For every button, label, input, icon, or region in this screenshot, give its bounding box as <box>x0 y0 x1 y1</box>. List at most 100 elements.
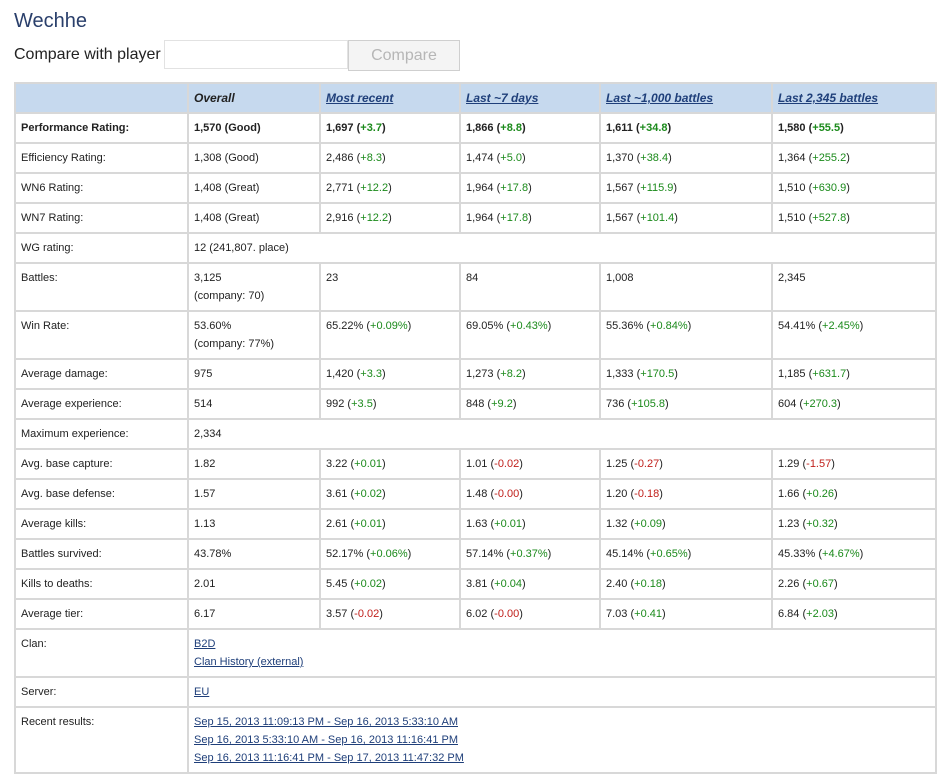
server-link[interactable]: EU <box>194 683 930 701</box>
stat-value: 45.14% <box>606 548 644 560</box>
row-clan: Clan: B2D Clan History (external) <box>14 628 937 678</box>
overall-value: 1,408 (Great) <box>194 182 260 194</box>
stat-delta: +3.5 <box>351 398 373 410</box>
row-label: Battles survived: <box>14 538 189 570</box>
stat-cell: 604 (+270.3) <box>771 388 937 420</box>
overall-value: 975 <box>194 368 213 380</box>
row-label: WG rating: <box>14 232 189 264</box>
stat-value: 1,510 <box>778 182 806 194</box>
stat-cell: 6.84 (+2.03) <box>771 598 937 630</box>
stat-delta: +0.41 <box>634 608 662 620</box>
header-last-1000-battles[interactable]: Last ~1,000 battles <box>599 82 773 114</box>
stat-delta: +12.2 <box>360 182 389 194</box>
stat-value: 3.61 <box>326 488 348 500</box>
stat-cell: 1,567 (+101.4) <box>599 202 773 234</box>
stat-delta: +17.8 <box>500 182 529 194</box>
stat-value: 1.01 <box>466 458 488 470</box>
stat-delta: +8.8 <box>500 122 522 134</box>
stat-cell: 1,273 (+8.2) <box>459 358 601 390</box>
overall-cell: 1,308 (Good) <box>187 142 321 174</box>
overall-value: 1.82 <box>194 458 216 470</box>
last-2345-battles-link[interactable]: Last 2,345 battles <box>778 91 878 105</box>
stat-delta: +0.09 <box>634 518 662 530</box>
battles-company: (company: 70) <box>194 290 265 302</box>
stat-delta: +105.8 <box>631 398 666 410</box>
stat-delta: +2.45% <box>822 320 860 332</box>
row-label: Average tier: <box>14 598 189 630</box>
stat-value: 65.22% <box>326 320 364 332</box>
stat-cell: 1,510 (+630.9) <box>771 172 937 204</box>
stat-value: 1,273 <box>466 368 494 380</box>
stat-cell: 2.40 (+0.18) <box>599 568 773 600</box>
row-label: Battles: <box>14 262 189 312</box>
row-win-rate: Win Rate: 53.60% (company: 77%) 65.22% (+0.… <box>14 310 937 360</box>
stat-cell: 1,474 (+5.0) <box>459 142 601 174</box>
stat-cell: 2.26 (+0.67) <box>771 568 937 600</box>
stat-cell: 65.22% (+0.09%) <box>319 310 461 360</box>
battles-last-2345: 2,345 <box>771 262 937 312</box>
stat-cell: 1.63 (+0.01) <box>459 508 601 540</box>
clan-link[interactable]: B2D <box>194 635 930 653</box>
header-last-7-days[interactable]: Last ~7 days <box>459 82 601 114</box>
stat-cell: 6.02 (-0.00) <box>459 598 601 630</box>
stat-delta: +8.3 <box>360 152 382 164</box>
stat-cell: 3.22 (+0.01) <box>319 448 461 480</box>
row-average-damage: Average damage: 975 1,420 (+3.3) 1,273 (+8.… <box>14 358 937 390</box>
stat-cell: 7.03 (+0.41) <box>599 598 773 630</box>
stat-delta: +270.3 <box>803 398 838 410</box>
stat-value: 1,964 <box>466 182 494 194</box>
stat-cell: 736 (+105.8) <box>599 388 773 420</box>
last-1000-battles-link[interactable]: Last ~1,000 battles <box>606 91 713 105</box>
stat-cell: 3.81 (+0.04) <box>459 568 601 600</box>
clan-cell: B2D Clan History (external) <box>187 628 937 678</box>
battles-overall: 3,125 <box>194 272 222 284</box>
battles-most-recent: 23 <box>319 262 461 312</box>
stat-delta: +5.0 <box>500 152 522 164</box>
overall-value: 1,308 (Good) <box>194 152 259 164</box>
stat-value: 1.32 <box>606 518 628 530</box>
most-recent-link[interactable]: Most recent <box>326 91 393 105</box>
recent-result-link[interactable]: Sep 16, 2013 5:33:10 AM - Sep 16, 2013 1… <box>194 731 930 749</box>
stat-value: 1,420 <box>326 368 354 380</box>
recent-result-link[interactable]: Sep 15, 2013 11:09:13 PM - Sep 16, 2013 … <box>194 713 930 731</box>
stat-cell: 1,964 (+17.8) <box>459 202 601 234</box>
last-7-days-link[interactable]: Last ~7 days <box>466 91 538 105</box>
overall-cell: 1.13 <box>187 508 321 540</box>
stat-cell: 1.20 (-0.18) <box>599 478 773 510</box>
stat-value: 1.48 <box>466 488 488 500</box>
stat-delta: +0.02 <box>354 488 382 500</box>
stat-delta: -0.02 <box>354 608 380 620</box>
stat-delta: +0.37% <box>510 548 548 560</box>
maximum-experience-value: 2,334 <box>187 418 937 450</box>
player-name: Wechhe <box>14 10 88 32</box>
stat-cell: 1.23 (+0.32) <box>771 508 937 540</box>
stat-value: 3.57 <box>326 608 348 620</box>
compare-player-input[interactable] <box>164 40 348 69</box>
overall-value: 1.57 <box>194 488 216 500</box>
row-label: Win Rate: <box>14 310 189 360</box>
clan-history-link[interactable]: Clan History (external) <box>194 653 930 671</box>
battles-last-7-days: 84 <box>459 262 601 312</box>
row-recent-results: Recent results: Sep 15, 2013 11:09:13 PM… <box>14 706 937 774</box>
stat-delta: +3.3 <box>360 368 382 380</box>
header-last-2345-battles[interactable]: Last 2,345 battles <box>771 82 937 114</box>
stat-cell: 1,333 (+170.5) <box>599 358 773 390</box>
stat-value: 1,697 <box>326 122 354 134</box>
recent-result-link[interactable]: Sep 16, 2013 11:16:41 PM - Sep 17, 2013 … <box>194 749 930 767</box>
header-most-recent[interactable]: Most recent <box>319 82 461 114</box>
row-battles-survived: Battles survived: 43.78% 52.17% (+0.06%) 57… <box>14 538 937 570</box>
stat-delta: +631.7 <box>812 368 847 380</box>
stat-delta: +4.67% <box>822 548 860 560</box>
stat-delta: -0.27 <box>634 458 660 470</box>
stat-delta: +12.2 <box>360 212 389 224</box>
stat-cell: 3.57 (-0.02) <box>319 598 461 630</box>
battles-overall-cell: 3,125 (company: 70) <box>187 262 321 312</box>
row-label: WN6 Rating: <box>14 172 189 204</box>
stat-delta: +0.01 <box>494 518 522 530</box>
stat-delta: +34.8 <box>639 122 668 134</box>
compare-button[interactable]: Compare <box>348 40 460 71</box>
stat-value: 3.22 <box>326 458 348 470</box>
stat-delta: +0.01 <box>354 518 382 530</box>
row-label: Avg. base capture: <box>14 448 189 480</box>
stat-cell: 55.36% (+0.84%) <box>599 310 773 360</box>
